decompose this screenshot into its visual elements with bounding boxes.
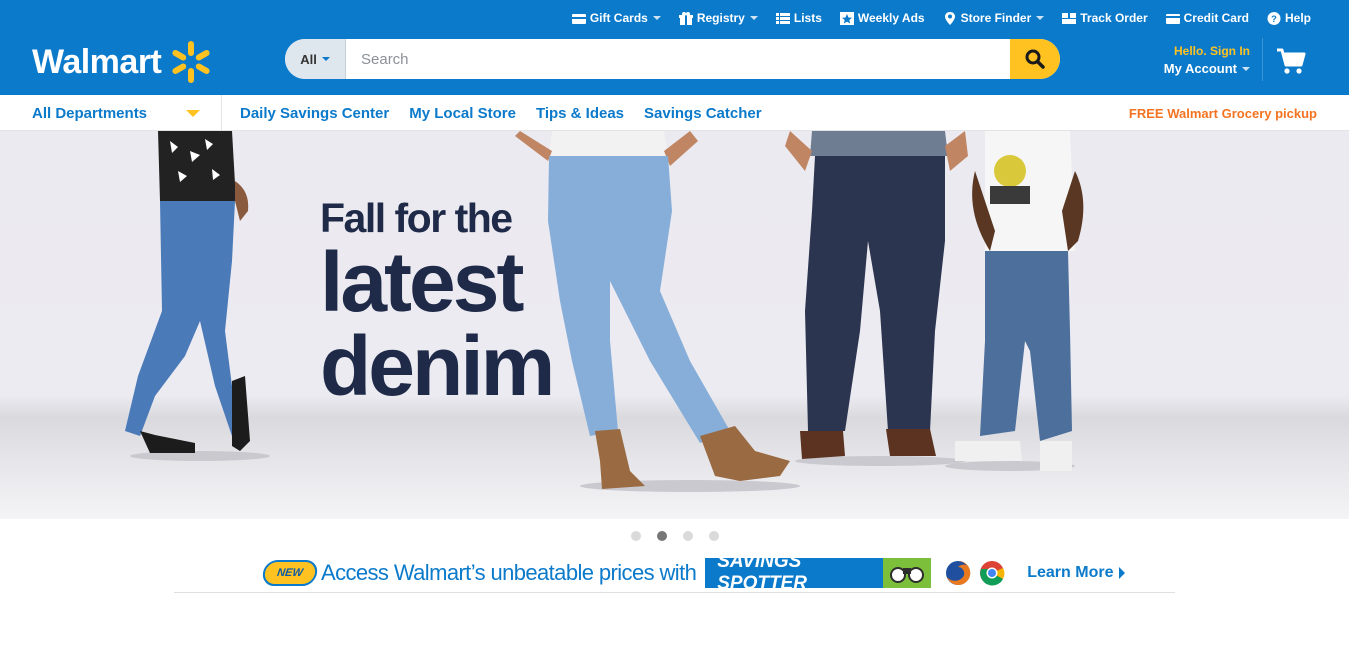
all-departments-menu[interactable]: All Departments	[32, 95, 200, 131]
logo-text: Walmart	[32, 42, 162, 81]
util-help[interactable]: ? Help	[1267, 11, 1311, 25]
util-gift-cards[interactable]: Gift Cards	[571, 11, 661, 25]
promo-text: Access Walmart’s unbeatable prices with	[321, 560, 697, 585]
util-registry[interactable]: Registry	[678, 11, 758, 25]
nav-link-savings-catcher[interactable]: Savings Catcher	[644, 105, 762, 122]
util-gift-cards-label: Gift Cards	[589, 11, 648, 25]
utility-nav: Gift Cards Registry Lists Weekly Ads Sto…	[554, 8, 1311, 28]
carousel-dot-1[interactable]	[631, 531, 641, 541]
hero-headline: Fall for the latest denim	[320, 195, 555, 413]
savings-spotter-logo: SAVINGS SPOTTER	[705, 551, 884, 594]
chevron-down-icon	[1242, 66, 1250, 71]
spark-icon	[167, 38, 215, 86]
learn-more-label: Learn More	[1027, 564, 1114, 581]
util-weekly-ads[interactable]: Weekly Ads	[839, 11, 925, 25]
walmart-logo[interactable]: Walmart	[32, 38, 215, 86]
carousel-dots	[631, 531, 735, 541]
gift-box-icon	[678, 11, 693, 25]
util-lists[interactable]: Lists	[775, 11, 822, 25]
department-nav: All Departments Daily Savings Center My …	[0, 95, 1349, 131]
chrome-icon	[980, 561, 1005, 586]
help-icon: ?	[1267, 11, 1281, 25]
search-button[interactable]	[1010, 39, 1060, 79]
cart-icon[interactable]	[1276, 47, 1306, 75]
account-label-row: My Account	[1163, 61, 1250, 76]
new-badge: NEW	[261, 560, 319, 586]
nav-link-daily-savings[interactable]: Daily Savings Center	[240, 105, 389, 122]
promo-divider	[174, 592, 1175, 593]
search-bar: All	[285, 39, 1060, 79]
firefox-icon	[946, 560, 971, 585]
chevron-down-icon	[1036, 16, 1045, 20]
savings-spotter-promo[interactable]: NEW Access Walmart’s unbeatable prices w…	[261, 551, 1126, 594]
location-pin-icon	[944, 11, 955, 25]
util-track-order[interactable]: Track Order	[1062, 11, 1148, 25]
svg-text:?: ?	[1271, 14, 1277, 24]
account-menu[interactable]: Hello. Sign In My Account	[1163, 44, 1250, 76]
chevron-down-icon	[652, 16, 661, 20]
util-weekly-ads-label: Weekly Ads	[857, 11, 925, 25]
credit-card-icon	[1165, 13, 1180, 24]
util-track-order-label: Track Order	[1080, 11, 1148, 25]
hero-banner[interactable]: Fall for the latest denim	[0, 131, 1349, 519]
search-department-label: All	[300, 51, 317, 67]
learn-more-link[interactable]: Learn More	[1027, 564, 1126, 582]
track-order-icon	[1062, 12, 1077, 24]
carousel-dot-4[interactable]	[709, 531, 719, 541]
all-departments-label: All Departments	[32, 104, 148, 122]
nav-link-tips-ideas[interactable]: Tips & Ideas	[536, 105, 624, 122]
hero-models-image	[125, 131, 1084, 492]
nav-divider	[221, 95, 222, 131]
chevron-down-icon	[321, 57, 330, 61]
util-credit-card[interactable]: Credit Card	[1165, 11, 1249, 25]
account-greeting: Hello. Sign In	[1173, 44, 1250, 58]
util-lists-label: Lists	[793, 11, 822, 25]
nav-links: Daily Savings Center My Local Store Tips…	[240, 95, 782, 131]
util-store-finder[interactable]: Store Finder	[943, 11, 1045, 25]
util-credit-card-label: Credit Card	[1183, 11, 1249, 25]
search-icon	[1025, 49, 1045, 69]
header-divider	[1262, 38, 1263, 81]
nav-link-local-store[interactable]: My Local Store	[409, 105, 516, 122]
site-header: Gift Cards Registry Lists Weekly Ads Sto…	[0, 0, 1349, 95]
carousel-dot-2[interactable]	[657, 531, 667, 541]
binoculars-icon	[883, 558, 932, 588]
search-department-select[interactable]: All	[285, 39, 346, 79]
util-store-finder-label: Store Finder	[960, 11, 1032, 25]
chevron-down-icon	[749, 16, 758, 20]
util-registry-label: Registry	[696, 11, 745, 25]
search-input[interactable]	[346, 39, 1010, 79]
util-help-label: Help	[1284, 11, 1311, 25]
account-label: My Account	[1163, 61, 1237, 76]
grocery-pickup-link[interactable]: FREE Walmart Grocery pickup	[1129, 95, 1317, 131]
chevron-right-icon	[1119, 567, 1126, 579]
chevron-down-icon	[186, 109, 200, 117]
list-icon	[775, 12, 790, 24]
hero-line-2: latest	[320, 235, 524, 329]
hero-line-3: denim	[320, 319, 555, 413]
gift-icon	[571, 13, 586, 24]
carousel-dot-3[interactable]	[683, 531, 693, 541]
star-tag-icon	[839, 11, 854, 25]
